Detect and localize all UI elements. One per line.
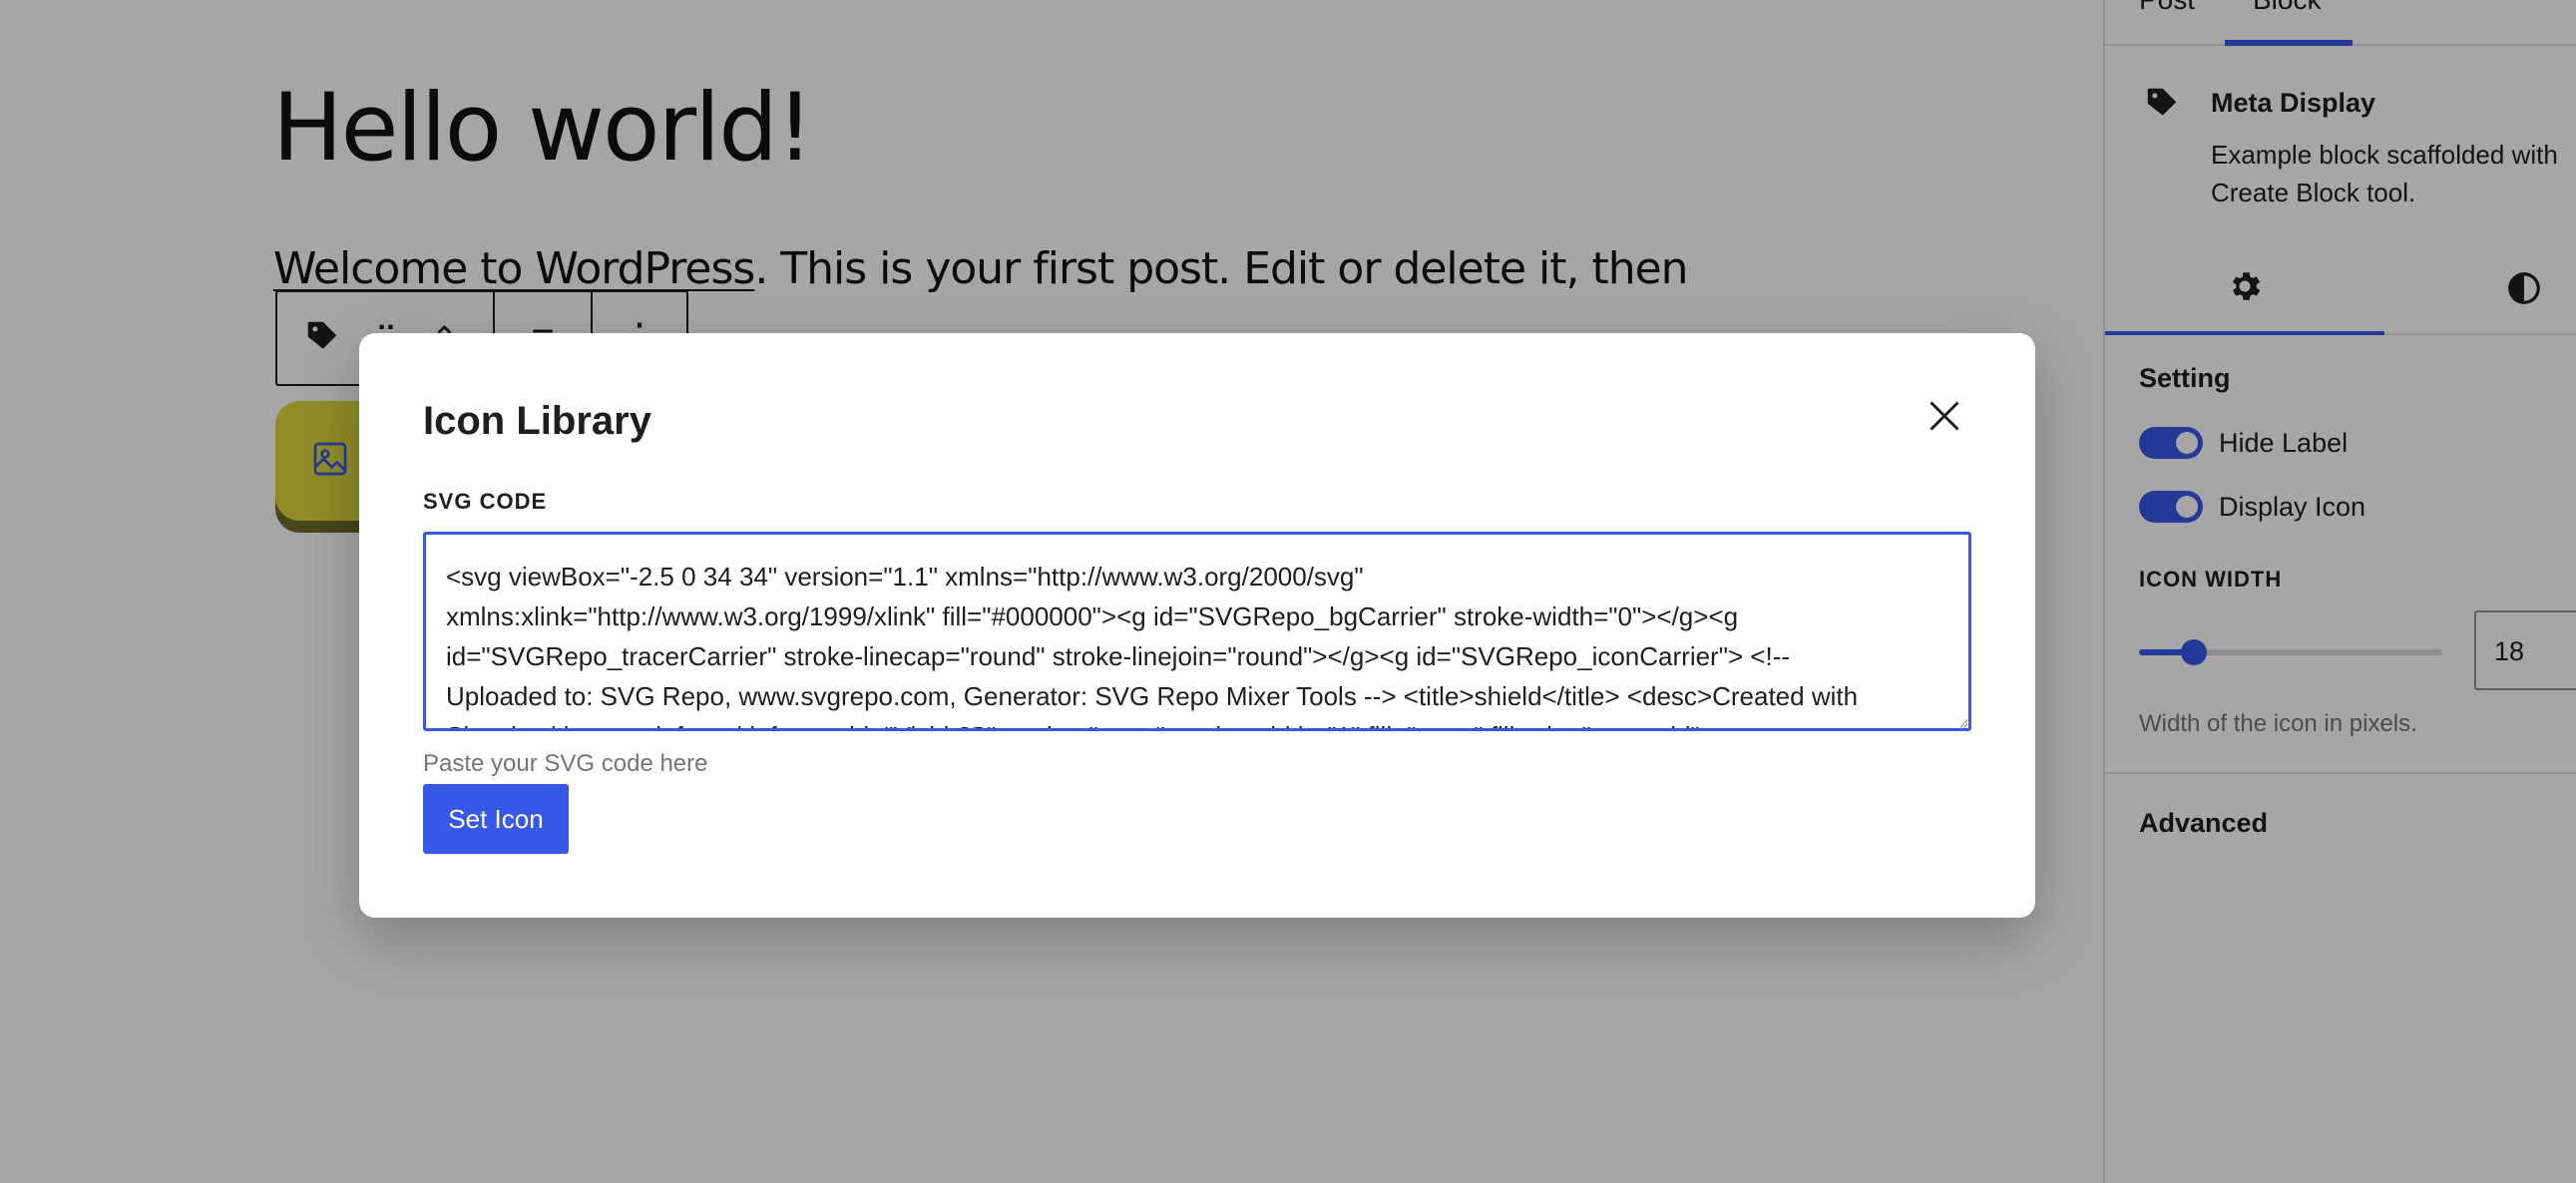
svg-code-label: SVG CODE bbox=[423, 489, 548, 514]
modal-title: Icon Library bbox=[423, 399, 651, 443]
close-icon bbox=[1927, 398, 1962, 439]
icon-library-modal: Icon Library SVG CODE <svg viewBox="-2.5… bbox=[359, 333, 2035, 918]
svg-code-textarea[interactable]: <svg viewBox="-2.5 0 34 34" version="1.1… bbox=[423, 532, 1971, 731]
close-button[interactable] bbox=[1910, 383, 1979, 453]
set-icon-button[interactable]: Set Icon bbox=[423, 784, 569, 854]
svg-code-help: Paste your SVG code here bbox=[423, 750, 708, 777]
